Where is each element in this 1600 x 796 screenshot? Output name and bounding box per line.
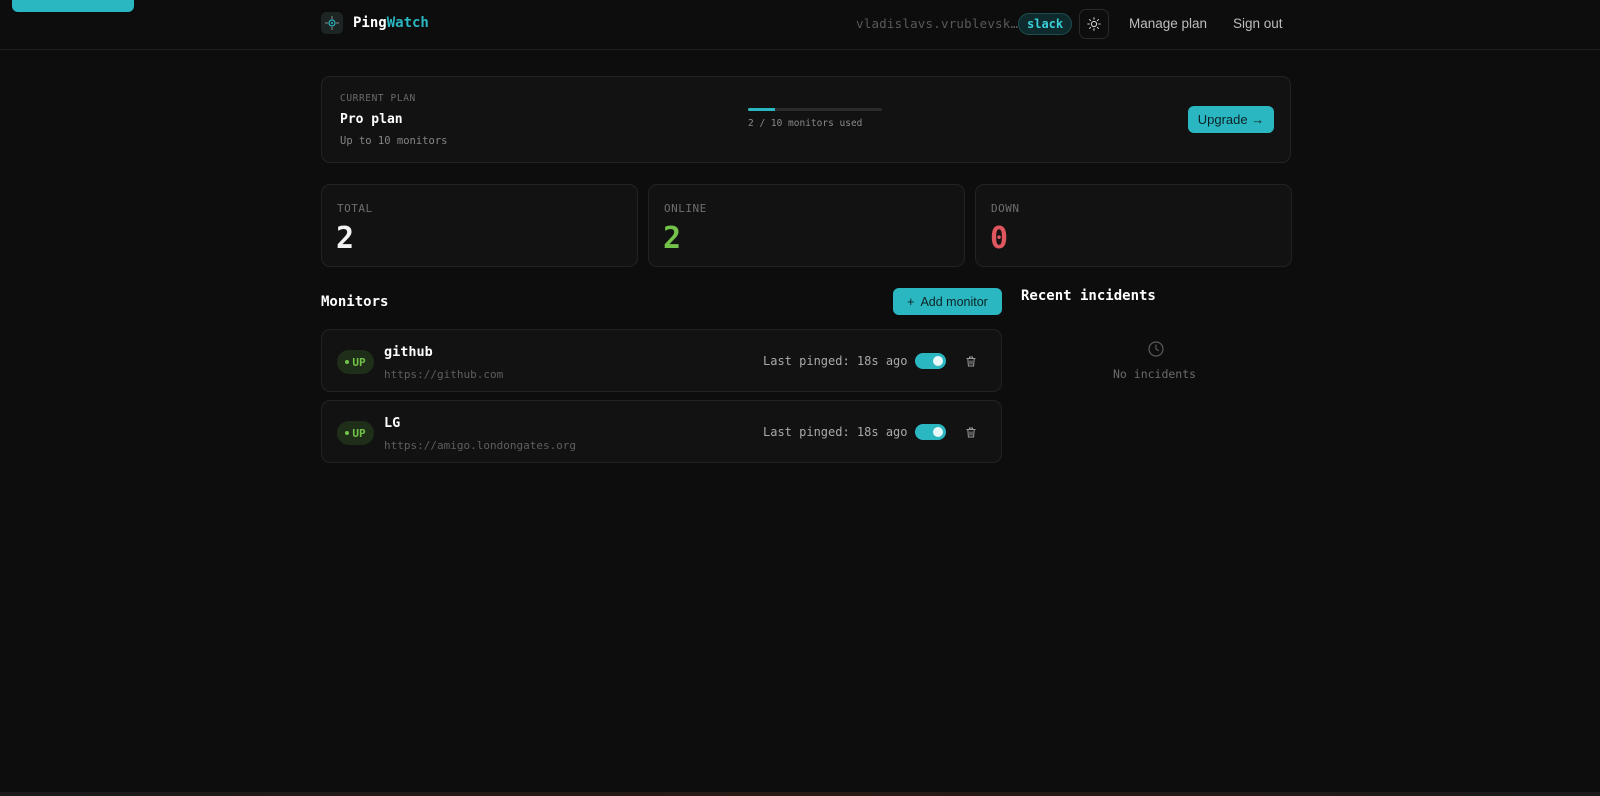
- brand-name[interactable]: PingWatch: [353, 15, 429, 31]
- usage-progress-fill: [748, 108, 775, 111]
- trash-icon: [966, 427, 976, 437]
- stat-card-down: DOWN 0: [975, 184, 1292, 267]
- plus-icon: +: [907, 294, 915, 309]
- stat-label: ONLINE: [664, 202, 707, 215]
- monitor-row[interactable]: UP LG https://amigo.londongates.org Last…: [321, 400, 1002, 463]
- monitor-enabled-toggle[interactable]: [915, 424, 946, 440]
- last-pinged: Last pinged: 18s ago: [763, 425, 908, 439]
- add-monitor-button[interactable]: + Add monitor: [893, 288, 1002, 315]
- plan-limit: Up to 10 monitors: [340, 135, 448, 147]
- status-dot-icon: [345, 360, 350, 364]
- status-dot-icon: [345, 431, 350, 435]
- clock-icon: [1148, 341, 1164, 357]
- recent-incidents-title: Recent incidents: [1021, 288, 1156, 304]
- slack-integration-badge[interactable]: slack: [1018, 13, 1073, 35]
- add-monitor-label: Add monitor: [920, 294, 988, 309]
- last-pinged: Last pinged: 18s ago: [763, 354, 908, 368]
- usage-progress-bar: [748, 108, 882, 111]
- status-badge: UP: [337, 350, 374, 374]
- current-plan-card: CURRENT PLAN Pro plan Up to 10 monitors …: [321, 76, 1291, 163]
- monitor-url: https://amigo.londongates.org: [384, 439, 577, 452]
- monitor-name: LG: [384, 415, 401, 431]
- stat-card-total: TOTAL 2: [321, 184, 638, 267]
- plan-name: Pro plan: [340, 112, 403, 127]
- stat-label: TOTAL: [337, 202, 373, 215]
- sign-out-link[interactable]: Sign out: [1233, 16, 1283, 31]
- usage-text: 2 / 10 monitors used: [748, 118, 863, 129]
- pingwatch-logo-icon[interactable]: [321, 12, 343, 34]
- bottom-edge: [0, 792, 1600, 796]
- monitor-enabled-toggle[interactable]: [915, 353, 946, 369]
- upgrade-button[interactable]: Upgrade →: [1188, 106, 1274, 133]
- trash-icon: [966, 356, 976, 366]
- plan-kicker: CURRENT PLAN: [340, 93, 416, 104]
- no-incidents-text: No incidents: [1113, 367, 1197, 381]
- top-bar: PingWatch vladislavs.vrublevsk… slack Ma…: [0, 0, 1600, 50]
- monitor-url: https://github.com: [384, 368, 504, 381]
- toggle-knob: [933, 427, 943, 437]
- stat-value: 2: [336, 221, 355, 256]
- stat-value: 2: [663, 221, 682, 256]
- delete-monitor-button[interactable]: [964, 425, 978, 439]
- brand-name-part2: Watch: [386, 15, 429, 31]
- delete-monitor-button[interactable]: [964, 354, 978, 368]
- user-email: vladislavs.vrublevsk…: [856, 16, 1019, 31]
- monitor-name: github: [384, 344, 433, 360]
- monitor-row[interactable]: UP github https://github.com Last pinged…: [321, 329, 1002, 392]
- theme-toggle-button[interactable]: [1079, 9, 1109, 39]
- status-badge: UP: [337, 421, 374, 445]
- toggle-knob: [933, 356, 943, 366]
- status-text: UP: [352, 355, 366, 369]
- monitors-title: Monitors: [321, 294, 389, 310]
- sun-icon: [1087, 17, 1101, 31]
- manage-plan-link[interactable]: Manage plan: [1129, 16, 1207, 31]
- stat-card-online: ONLINE 2: [648, 184, 965, 267]
- stat-label: DOWN: [991, 202, 1020, 215]
- status-text: UP: [352, 426, 366, 440]
- stat-value: 0: [990, 221, 1009, 256]
- brand-name-part1: Ping: [353, 15, 387, 31]
